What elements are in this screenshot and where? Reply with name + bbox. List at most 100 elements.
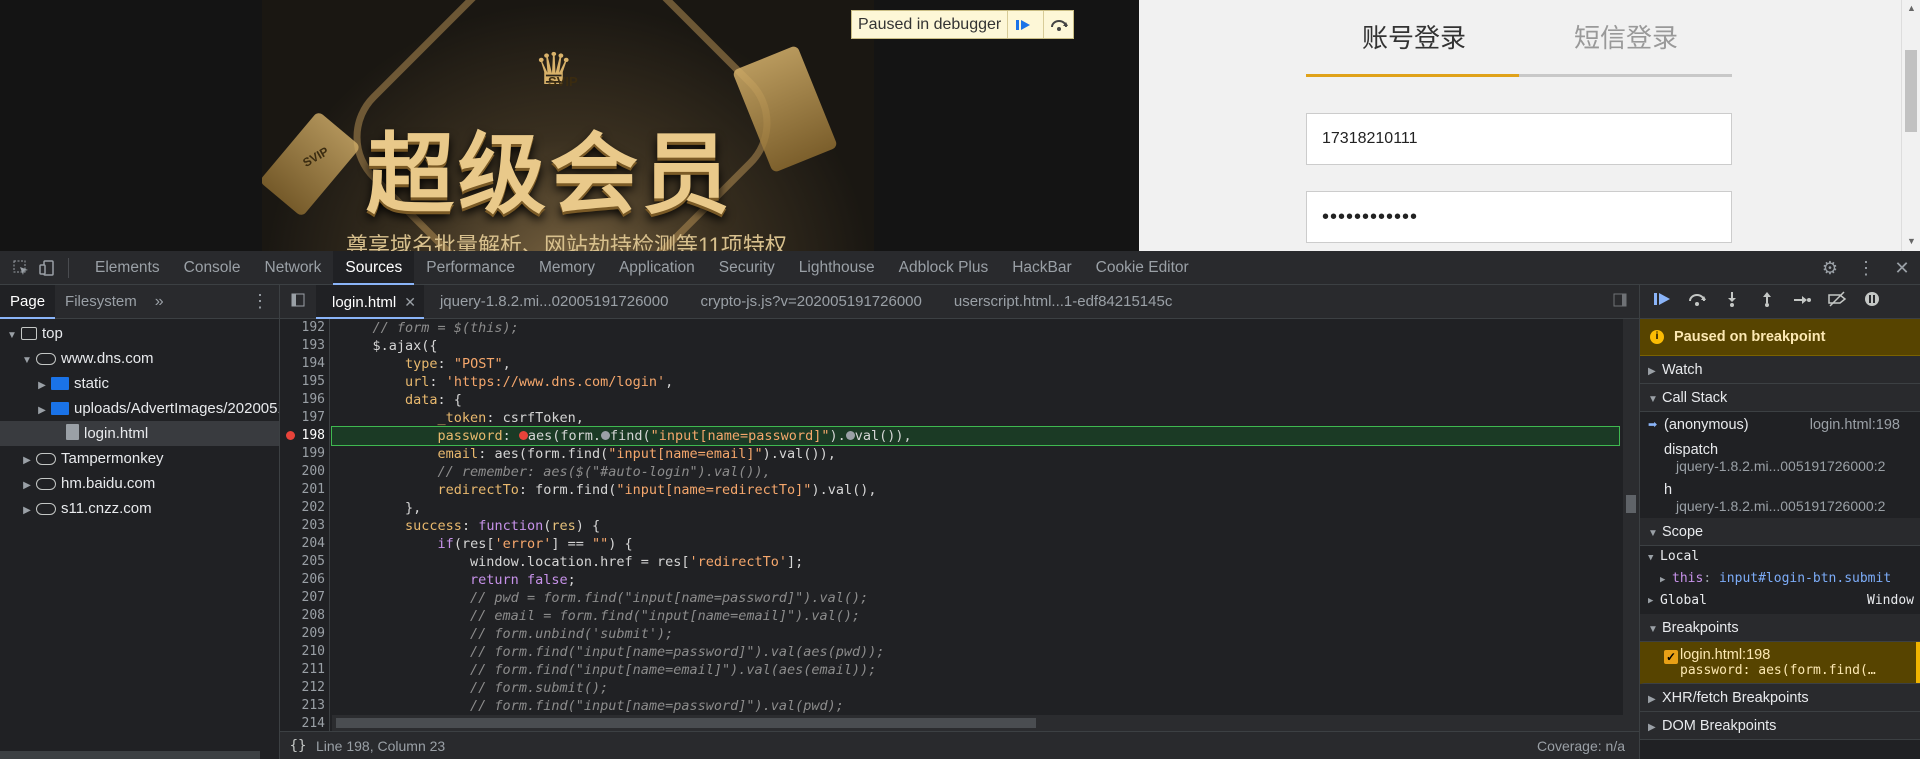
breakpoint-marker-icon[interactable] [286, 431, 295, 440]
call-frame[interactable]: h jquery-1.8.2.mi...005191726000:2 [1640, 478, 1920, 518]
line-number[interactable]: 199 [280, 445, 329, 463]
code-line[interactable]: // form.unbind('submit'); [332, 625, 1619, 643]
tree-item[interactable]: ▼ top [0, 321, 279, 346]
line-number[interactable]: 201 [280, 481, 329, 499]
step-over-button[interactable] [1043, 11, 1073, 38]
current-execution-line[interactable]: password: aes(form. find("input[name=pass… [331, 426, 1620, 446]
tab-adblock-plus[interactable]: Adblock Plus [887, 251, 1001, 285]
breakpoints-section-header[interactable]: ▼ Breakpoints [1640, 614, 1920, 642]
line-number[interactable]: 196 [280, 391, 329, 409]
code-line[interactable]: url: 'https://www.dns.com/login', [332, 373, 1619, 391]
toggle-debugger-sidebar-icon[interactable] [1613, 293, 1627, 310]
editor-file-tab[interactable]: crypto-js.js?v=202005191726000 [684, 285, 937, 319]
chevron-right-icon[interactable]: ▶ [21, 448, 33, 471]
close-devtools-icon[interactable]: ✕ [1884, 258, 1920, 279]
scope-section-header[interactable]: ▼ Scope [1640, 518, 1920, 546]
pretty-print-button[interactable]: {} [280, 738, 316, 754]
call-stack-section-header[interactable]: ▼ Call Stack [1640, 384, 1920, 412]
scope-local[interactable]: ▼ Local [1640, 546, 1920, 568]
code-line[interactable]: type: "POST", [332, 355, 1619, 373]
code-line[interactable]: // remember: aes($("#auto-login").val())… [332, 463, 1619, 481]
editor-file-tab[interactable]: userscript.html...1-edf84215145c [938, 285, 1188, 319]
watch-section-header[interactable]: ▶ Watch [1640, 356, 1920, 384]
code-line[interactable]: // form.submit(); [332, 679, 1619, 697]
code-lines[interactable]: // form = $(this); $.ajax({ type: "POST"… [331, 319, 1620, 731]
tab-sources[interactable]: Sources [333, 250, 415, 285]
chevron-right-icon[interactable]: ▶ [21, 473, 33, 496]
editor-file-tab[interactable]: jquery-1.8.2.mi...02005191726000 [424, 285, 685, 319]
tab-application[interactable]: Application [607, 251, 707, 285]
device-toolbar-icon[interactable] [34, 251, 60, 285]
breakpoint-item[interactable]: ✓ login.html:198 password: aes(form.find… [1640, 642, 1920, 684]
step-out-icon[interactable] [1749, 291, 1784, 312]
code-line[interactable]: // form = $(this); [332, 319, 1619, 337]
chevron-right-icon[interactable]: ▶ [36, 373, 48, 396]
chevron-down-icon[interactable]: ▼ [21, 348, 33, 371]
tab-elements[interactable]: Elements [83, 251, 172, 285]
scrollbar-thumb[interactable] [1626, 495, 1636, 513]
line-number[interactable]: 211 [280, 661, 329, 679]
tab-page[interactable]: Page [0, 284, 56, 319]
tab-hackbar[interactable]: HackBar [1000, 251, 1083, 285]
call-frame[interactable]: dispatch jquery-1.8.2.mi...005191726000:2 [1640, 438, 1920, 478]
scope-this-row[interactable]: ▶ this: input#login-btn.submit [1640, 568, 1920, 590]
code-line[interactable]: email: aes(form.find("input[name=email]"… [332, 445, 1619, 463]
resume-execution-icon[interactable] [1644, 291, 1679, 312]
tree-item[interactable]: ▶ static [0, 371, 279, 396]
line-number[interactable]: 210 [280, 643, 329, 661]
scroll-up-arrow-icon[interactable]: ▲ [1907, 3, 1916, 13]
line-number[interactable]: 200 [280, 463, 329, 481]
code-line[interactable]: redirectTo: form.find("input[name=redire… [332, 481, 1619, 499]
chevron-down-icon[interactable]: ▼ [6, 323, 18, 346]
tree-item[interactable]: ▼ www.dns.com [0, 346, 279, 371]
close-tab-icon[interactable]: ✕ [404, 294, 416, 310]
line-number[interactable]: 197 [280, 409, 329, 427]
breakpoint-checkbox[interactable]: ✓ [1664, 650, 1678, 664]
tab-performance[interactable]: Performance [414, 251, 527, 285]
editor-vertical-scrollbar[interactable] [1623, 319, 1639, 731]
code-line[interactable]: $.ajax({ [332, 337, 1619, 355]
code-line[interactable]: // form.find("input[name=password]").val… [332, 643, 1619, 661]
line-number[interactable]: 213 [280, 697, 329, 715]
line-number[interactable]: 205 [280, 553, 329, 571]
scope-global[interactable]: ▶ Global Window [1640, 590, 1920, 612]
more-tabs-chevron-icon[interactable]: » [147, 293, 172, 311]
pause-on-exceptions-icon[interactable] [1854, 291, 1889, 312]
line-number[interactable]: 208 [280, 607, 329, 625]
tree-item[interactable]: ▶ s11.cnzz.com [0, 496, 279, 521]
tree-item[interactable]: ▶ Tampermonkey [0, 446, 279, 471]
tab-filesystem[interactable]: Filesystem [55, 285, 147, 319]
tab-account-login[interactable]: 账号登录 [1362, 18, 1466, 55]
line-number[interactable]: 207 [280, 589, 329, 607]
code-line[interactable]: // email = form.find("input[name=email]"… [332, 607, 1619, 625]
code-line[interactable]: }, [332, 499, 1619, 517]
line-number[interactable]: 206 [280, 571, 329, 589]
code-editor[interactable]: 192 193 194 195 196 197 198 199 200 201 202 203 204 2… [280, 319, 1639, 731]
phone-input[interactable]: 17318210111 [1306, 113, 1732, 165]
inspect-element-icon[interactable] [8, 251, 34, 285]
line-number-gutter[interactable]: 192 193 194 195 196 197 198 199 200 201 202 203 204 2… [280, 319, 330, 731]
page-scrollbar-thumb[interactable] [1905, 50, 1917, 132]
page-scrollbar[interactable]: ▲ ▼ [1901, 0, 1920, 251]
code-line[interactable]: // form.find("input[name=email]").val(ae… [332, 661, 1619, 679]
navigator-menu-icon[interactable]: ⋮ [251, 291, 269, 312]
code-line[interactable]: return false; [332, 571, 1619, 589]
call-frame[interactable]: ➡ (anonymous) login.html:198 [1640, 412, 1920, 438]
dom-breakpoints-section-header[interactable]: ▶ DOM Breakpoints [1640, 712, 1920, 740]
editor-horizontal-scrollbar[interactable] [332, 715, 1623, 731]
line-number[interactable]: 214 [280, 715, 329, 731]
editor-file-tab[interactable]: login.html ✕ [316, 284, 424, 319]
line-number[interactable]: 195 [280, 373, 329, 391]
step-into-icon[interactable] [1714, 291, 1749, 312]
code-line[interactable]: if(res['error'] == "") { [332, 535, 1619, 553]
tree-item[interactable]: login.html [0, 421, 279, 446]
line-number[interactable]: 192 [280, 319, 329, 337]
password-input[interactable]: •••••••••••• [1306, 191, 1732, 243]
deactivate-breakpoints-icon[interactable] [1819, 291, 1854, 312]
resume-button[interactable] [1007, 11, 1037, 38]
tab-security[interactable]: Security [707, 251, 787, 285]
tree-item[interactable]: ▶ uploads/AdvertImages/2020051 [0, 396, 279, 421]
chevron-right-icon[interactable]: ▶ [21, 498, 33, 521]
tab-console[interactable]: Console [172, 251, 253, 285]
code-line[interactable]: data: { [332, 391, 1619, 409]
